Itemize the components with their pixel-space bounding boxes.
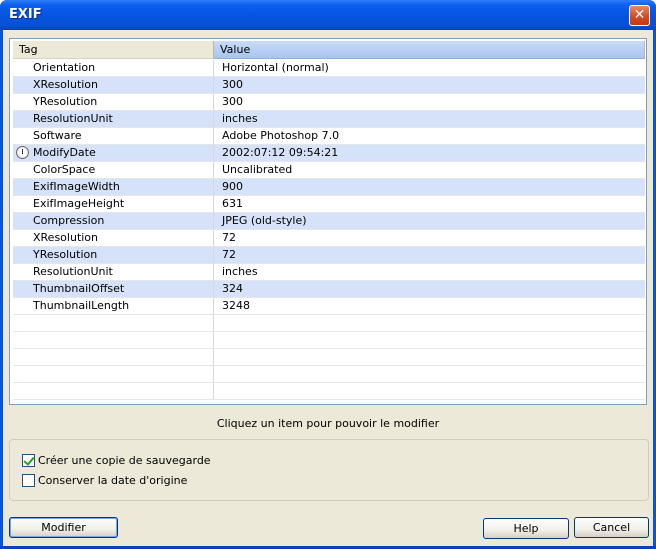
keep-date-checkbox-box[interactable] — [22, 474, 35, 487]
tag-text: Compression — [33, 214, 105, 227]
value-cell: 900 — [222, 180, 243, 193]
value-cell — [214, 332, 645, 348]
tag-cell: YResolution — [13, 94, 214, 110]
tag-cell — [13, 349, 214, 365]
tag-text: ModifyDate — [33, 146, 96, 159]
table-body: Orientation Horizontal (normal) XResolutio… — [13, 60, 645, 400]
table-row[interactable]: ResolutionUnit inches — [13, 111, 645, 128]
tag-text: ThumbnailOffset — [33, 282, 125, 295]
value-cell: inches — [222, 265, 258, 278]
value-cell: 324 — [222, 282, 243, 295]
table-row[interactable]: ExifImageHeight 631 — [13, 196, 645, 213]
value-cell — [214, 366, 645, 382]
tag-text: ResolutionUnit — [33, 265, 113, 278]
value-cell: 300 — [222, 95, 243, 108]
tag-text: ThumbnailLength — [33, 299, 130, 312]
value-cell: 72 — [222, 231, 236, 244]
close-icon: ✕ — [633, 7, 646, 23]
tag-text: YResolution — [33, 95, 98, 108]
tag-cell: Orientation — [13, 60, 214, 76]
table-row-empty — [13, 315, 645, 332]
value-cell: 631 — [222, 197, 243, 210]
exif-dialog: EXIF ✕ Tag Value Orientation Horizontal (… — [0, 0, 656, 549]
tag-cell — [13, 366, 214, 382]
tag-text: ExifImageHeight — [33, 197, 125, 210]
tag-text: YResolution — [33, 248, 98, 261]
value-cell — [214, 349, 645, 365]
options-group: Créer une copie de sauvegarde Conserver … — [9, 439, 649, 501]
table-row[interactable]: ModifyDate 2002:07:12 09:54:21 — [13, 145, 645, 162]
tag-cell: YResolution — [13, 247, 214, 263]
value-cell: Adobe Photoshop 7.0 — [222, 129, 340, 142]
table-row[interactable]: ColorSpace Uncalibrated — [13, 162, 645, 179]
tag-text: XResolution — [33, 78, 99, 91]
tag-text: Orientation — [33, 61, 96, 74]
tag-cell: ThumbnailOffset — [13, 281, 214, 297]
tag-cell: XResolution — [13, 77, 214, 93]
tag-cell: ThumbnailLength — [13, 298, 214, 314]
value-cell: 300 — [222, 78, 243, 91]
hint-text: Cliquez un item pour pouvoir le modifier — [216, 417, 440, 430]
value-cell: 2002:07:12 09:54:21 — [222, 146, 339, 159]
modify-button[interactable]: Modifier — [9, 517, 118, 538]
tag-text: ResolutionUnit — [33, 112, 113, 125]
tag-text: Software — [33, 129, 82, 142]
cancel-button[interactable]: Cancel — [574, 517, 649, 538]
tag-cell: XResolution — [13, 230, 214, 246]
dialog-body: Tag Value Orientation Horizontal (normal)… — [3, 30, 653, 546]
table-row[interactable]: YResolution 300 — [13, 94, 645, 111]
tag-cell — [13, 332, 214, 348]
tag-text: ExifImageWidth — [33, 180, 120, 193]
value-cell: 3248 — [222, 299, 250, 312]
column-header-value[interactable]: Value — [214, 41, 645, 59]
window-title: EXIF — [9, 7, 42, 22]
tag-cell — [13, 315, 214, 331]
tag-cell — [13, 383, 214, 399]
value-cell: Horizontal (normal) — [222, 61, 329, 74]
column-header-tag[interactable]: Tag — [13, 41, 214, 59]
table-header: Tag Value — [13, 41, 645, 59]
value-cell — [214, 383, 645, 399]
table-row-empty — [13, 349, 645, 366]
tag-cell: ResolutionUnit — [13, 111, 214, 127]
help-button[interactable]: Help — [483, 518, 569, 539]
table-row[interactable]: XResolution 72 — [13, 230, 645, 247]
exif-table: Tag Value Orientation Horizontal (normal)… — [9, 38, 647, 405]
value-cell: inches — [222, 112, 258, 125]
table-row[interactable]: ThumbnailLength 3248 — [13, 298, 645, 315]
tag-cell: ResolutionUnit — [13, 264, 214, 280]
tag-cell: ExifImageWidth — [13, 179, 214, 195]
table-row[interactable]: Compression JPEG (old-style) — [13, 213, 645, 230]
keep-date-checkbox-label: Conserver la date d'origine — [38, 474, 188, 487]
backup-checkbox-box[interactable] — [22, 454, 35, 467]
tag-cell: Software — [13, 128, 214, 144]
table-row[interactable]: YResolution 72 — [13, 247, 645, 264]
table-row-empty — [13, 366, 645, 383]
keep-date-checkbox[interactable]: Conserver la date d'origine — [22, 474, 187, 487]
tag-cell: ModifyDate — [13, 145, 214, 161]
table-row-empty — [13, 383, 645, 400]
backup-checkbox[interactable]: Créer une copie de sauvegarde — [22, 454, 211, 467]
value-cell: Uncalibrated — [222, 163, 293, 176]
tag-cell: ExifImageHeight — [13, 196, 214, 212]
table-row[interactable]: ExifImageWidth 900 — [13, 179, 645, 196]
table-row-empty — [13, 332, 645, 349]
table-row[interactable]: Orientation Horizontal (normal) — [13, 60, 645, 77]
close-button[interactable]: ✕ — [629, 5, 650, 26]
clock-icon — [16, 146, 29, 159]
table-row[interactable]: ResolutionUnit inches — [13, 264, 645, 281]
table-row[interactable]: ThumbnailOffset 324 — [13, 281, 645, 298]
value-cell: 72 — [222, 248, 236, 261]
title-bar[interactable]: EXIF ✕ — [0, 0, 656, 30]
tag-cell: ColorSpace — [13, 162, 214, 178]
value-cell: JPEG (old-style) — [222, 214, 307, 227]
table-row[interactable]: XResolution 300 — [13, 77, 645, 94]
tag-text: XResolution — [33, 231, 99, 244]
tag-cell: Compression — [13, 213, 214, 229]
table-row[interactable]: Software Adobe Photoshop 7.0 — [13, 128, 645, 145]
tag-text: ColorSpace — [33, 163, 96, 176]
value-cell — [214, 315, 645, 331]
backup-checkbox-label: Créer une copie de sauvegarde — [38, 454, 211, 467]
